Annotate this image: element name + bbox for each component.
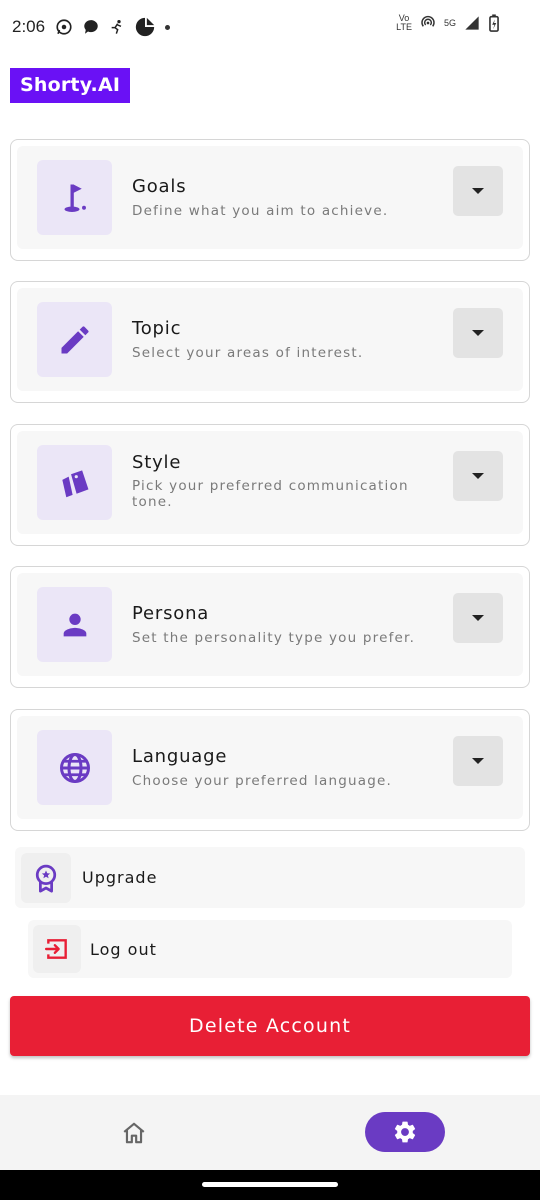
volte-indicator: Vo LTE [396, 14, 412, 32]
setting-card-goals: Goals Define what you aim to achieve. [10, 139, 530, 261]
globe-icon [59, 752, 90, 783]
setting-card-body: Style Pick your preferred communication … [17, 431, 523, 534]
hotspot-icon [421, 15, 435, 27]
running-icon [111, 20, 122, 34]
setting-title: Goals [132, 176, 187, 197]
topic-dropdown-button[interactable] [453, 308, 503, 358]
app-screen: 2:06 Vo LTE 5G Shorty.AI Goals Define wh… [0, 0, 540, 1200]
setting-title: Style [132, 452, 182, 473]
logout-button[interactable]: Log out [28, 920, 512, 978]
system-gesture-bar [0, 1170, 540, 1200]
setting-icon-tile [37, 160, 112, 235]
caret-down-icon [472, 473, 484, 479]
setting-card-persona: Persona Set the personality type you pre… [10, 566, 530, 688]
caret-down-icon [472, 615, 484, 621]
persona-dropdown-button[interactable] [453, 593, 503, 643]
setting-icon-tile [37, 302, 112, 377]
setting-icon-tile [37, 587, 112, 662]
upgrade-label: Upgrade [82, 868, 158, 887]
system-status-icons: Vo LTE 5G [396, 14, 500, 32]
home-icon [123, 1122, 145, 1144]
brand-logo: Shorty.AI [10, 68, 131, 103]
setting-title: Persona [132, 603, 210, 624]
goals-dropdown-button[interactable] [453, 166, 503, 216]
battery-icon [489, 14, 499, 32]
whatsapp-icon [56, 19, 72, 35]
setting-subtitle: Define what you aim to achieve. [132, 203, 389, 219]
pencil-icon [61, 325, 89, 353]
more-notifications-dot [165, 24, 171, 30]
upgrade-icon-tile [21, 853, 71, 903]
award-ribbon-icon [35, 864, 57, 893]
delete-account-button[interactable]: Delete Account [10, 996, 530, 1056]
network-type: 5G [443, 18, 456, 28]
home-gesture-handle[interactable] [202, 1182, 338, 1187]
setting-card-body: Topic Select your areas of interest. [17, 288, 523, 391]
person-icon [63, 613, 86, 636]
setting-card-language: Language Choose your preferred language. [10, 709, 530, 831]
app-g-icon [135, 17, 155, 37]
setting-subtitle: Choose your preferred language. [132, 773, 393, 789]
status-bar: 2:06 Vo LTE 5G [0, 0, 540, 54]
setting-card-body: Language Choose your preferred language. [17, 716, 523, 819]
setting-card-topic: Topic Select your areas of interest. [10, 281, 530, 403]
status-time: 2:06 [12, 17, 46, 36]
nav-settings-button[interactable] [365, 1112, 445, 1152]
style-dropdown-button[interactable] [453, 451, 503, 501]
setting-icon-tile [37, 730, 112, 805]
caret-down-icon [472, 758, 484, 764]
chat-bubble-icon [84, 20, 98, 34]
setting-icon-tile [37, 445, 112, 520]
signal-icon [465, 16, 479, 30]
caret-down-icon [472, 330, 484, 336]
setting-title: Language [132, 746, 228, 767]
setting-subtitle: Select your areas of interest. [132, 345, 364, 361]
logout-icon [44, 939, 67, 959]
notification-icons [55, 16, 171, 38]
logout-icon-tile [33, 925, 81, 973]
nav-home-button[interactable] [110, 1115, 158, 1151]
logout-label: Log out [90, 940, 157, 959]
setting-card-body: Goals Define what you aim to achieve. [17, 146, 523, 249]
upgrade-button[interactable]: Upgrade [15, 847, 525, 908]
golf-flag-icon [64, 184, 86, 212]
setting-card-body: Persona Set the personality type you pre… [17, 573, 523, 676]
setting-title: Topic [132, 318, 182, 339]
language-dropdown-button[interactable] [453, 736, 503, 786]
gear-icon [394, 1121, 416, 1143]
setting-subtitle: Pick your preferred communication tone. [132, 478, 409, 510]
volte-bottom-text: LTE [396, 22, 412, 32]
setting-subtitle: Set the personality type you prefer. [132, 630, 416, 646]
caret-down-icon [472, 188, 484, 194]
setting-card-style: Style Pick your preferred communication … [10, 424, 530, 546]
bottom-navigation [0, 1095, 540, 1170]
style-cards-icon [61, 469, 88, 497]
